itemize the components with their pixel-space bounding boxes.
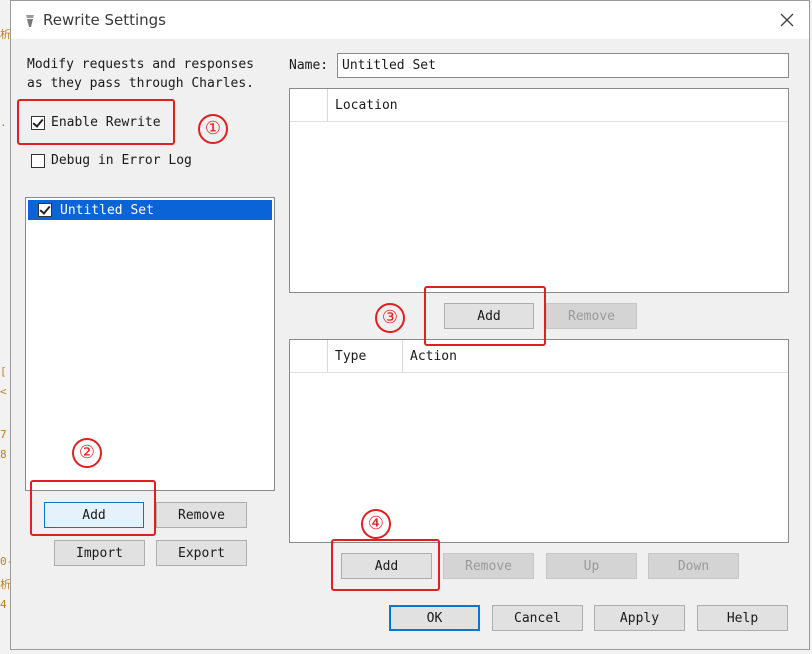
charles-app-icon bbox=[26, 15, 34, 27]
rewrite-sets-list[interactable]: Untitled Set bbox=[25, 197, 275, 491]
rules-checkbox-column-header[interactable] bbox=[290, 340, 328, 372]
annotation-number-step1: ① bbox=[198, 114, 228, 144]
annotation-number-step4: ④ bbox=[361, 509, 391, 539]
description-line: as they pass through Charles. bbox=[27, 76, 254, 91]
action-column-header[interactable]: Action bbox=[403, 340, 788, 372]
remove-rule-button[interactable]: Remove bbox=[443, 553, 534, 579]
enable-rewrite-checkbox[interactable]: Enable Rewrite bbox=[31, 115, 161, 130]
move-down-button[interactable]: Down bbox=[648, 553, 739, 579]
debug-error-log-checkbox[interactable]: Debug in Error Log bbox=[31, 153, 192, 168]
locations-table[interactable]: Location bbox=[289, 88, 789, 293]
title-bar[interactable]: Rewrite Settings bbox=[11, 1, 809, 39]
annotation-number-step2: ② bbox=[72, 438, 102, 468]
checkbox-checked-icon[interactable] bbox=[31, 115, 45, 130]
move-up-button[interactable]: Up bbox=[546, 553, 637, 579]
cancel-button[interactable]: Cancel bbox=[492, 605, 583, 631]
window-title: Rewrite Settings bbox=[43, 11, 166, 29]
background-fragment: < bbox=[0, 385, 7, 398]
enable-rewrite-label: Enable Rewrite bbox=[51, 115, 161, 130]
locations-checkbox-column-header[interactable] bbox=[290, 89, 328, 121]
checkbox-unchecked-icon[interactable] bbox=[31, 153, 45, 168]
export-button[interactable]: Export bbox=[156, 540, 247, 566]
rules-table-header: Type Action bbox=[290, 340, 788, 373]
remove-set-button[interactable]: Remove bbox=[156, 502, 247, 528]
add-location-button[interactable]: Add bbox=[444, 303, 534, 329]
import-button[interactable]: Import bbox=[54, 540, 145, 566]
location-column-header[interactable]: Location bbox=[328, 89, 788, 121]
background-fragment: . bbox=[0, 116, 7, 129]
background-fragment: 4 bbox=[0, 598, 7, 611]
background-fragment: 8 bbox=[0, 448, 7, 461]
rules-table[interactable]: Type Action bbox=[289, 339, 789, 543]
add-rule-button[interactable]: Add bbox=[341, 553, 432, 579]
description-line: Modify requests and responses bbox=[27, 57, 254, 72]
set-enabled-checkbox[interactable] bbox=[38, 203, 52, 217]
close-icon[interactable] bbox=[777, 10, 797, 30]
ok-button[interactable]: OK bbox=[389, 605, 480, 631]
add-set-button[interactable]: Add bbox=[44, 502, 144, 528]
description-text: Modify requests and responses as they pa… bbox=[27, 55, 277, 93]
list-item[interactable]: Untitled Set bbox=[28, 200, 272, 220]
help-button[interactable]: Help bbox=[697, 605, 788, 631]
set-name-label: Untitled Set bbox=[60, 202, 154, 218]
rewrite-settings-dialog: Rewrite Settings Modify requests and res… bbox=[10, 0, 810, 650]
debug-error-log-label: Debug in Error Log bbox=[51, 153, 192, 168]
remove-location-button[interactable]: Remove bbox=[546, 303, 637, 329]
type-column-header[interactable]: Type bbox=[328, 340, 403, 372]
background-fragment: 7 bbox=[0, 428, 7, 441]
annotation-number-step3: ③ bbox=[375, 303, 405, 333]
locations-table-header: Location bbox=[290, 89, 788, 122]
background-fragment: [ bbox=[0, 365, 7, 378]
apply-button[interactable]: Apply bbox=[594, 605, 685, 631]
name-label: Name: bbox=[289, 58, 329, 73]
set-name-input[interactable] bbox=[337, 53, 789, 78]
